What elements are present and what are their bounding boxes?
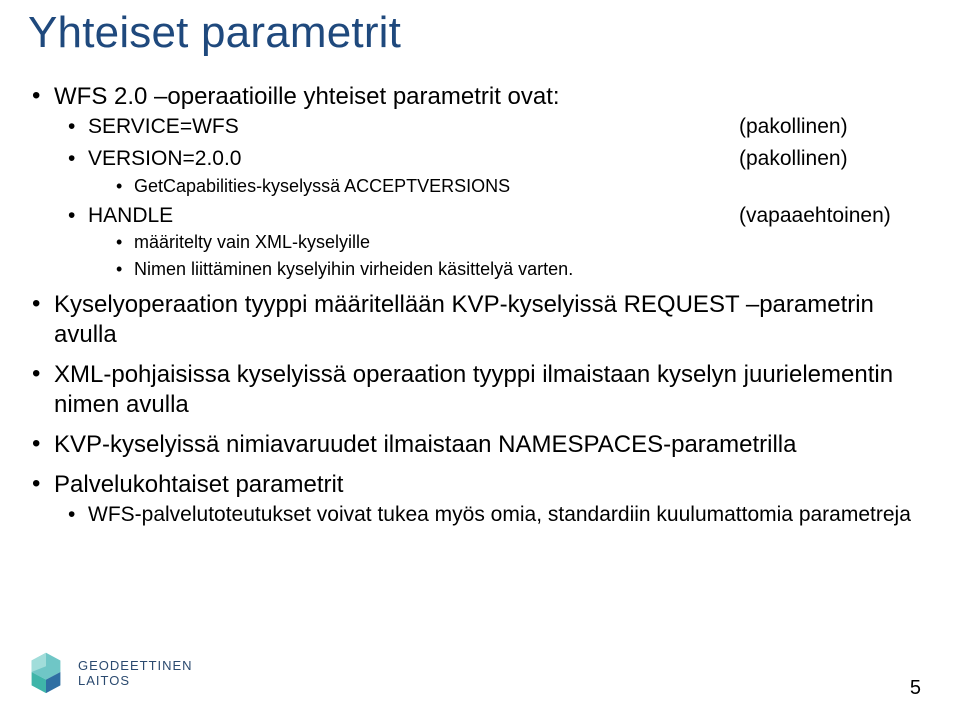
page-number: 5 xyxy=(910,677,921,700)
bullet-item: KVP-kyselyissä nimiavaruudet ilmaistaan … xyxy=(28,430,919,460)
logo: GEODEETTINEN LAITOS xyxy=(22,647,193,700)
param-label: HANDLE xyxy=(88,203,173,229)
param-subnote: määritelty vain XML-kyselyille xyxy=(88,231,919,254)
sub-bullet: WFS-palvelutoteutukset voivat tukea myös… xyxy=(54,502,919,528)
bullet-item: Kyselyoperaation tyyppi määritellään KVP… xyxy=(28,290,919,350)
bullet-text: Palvelukohtaiset parametrit xyxy=(54,471,343,498)
param-item: VERSION=2.0.0 (pakollinen) GetCapabiliti… xyxy=(54,146,919,197)
param-item: SERVICE=WFS (pakollinen) xyxy=(54,114,919,140)
bullet-list: WFS 2.0 –operaatioille yhteiset parametr… xyxy=(28,82,919,529)
param-note: (pakollinen) xyxy=(739,146,919,172)
logo-icon xyxy=(22,647,70,700)
bullet-item: WFS 2.0 –operaatioille yhteiset parametr… xyxy=(28,82,919,280)
slide: Yhteiset parametrit WFS 2.0 –operaatioil… xyxy=(0,0,959,714)
bullet-item: Palvelukohtaiset parametrit WFS-palvelut… xyxy=(28,470,919,528)
logo-text: GEODEETTINEN LAITOS xyxy=(78,659,193,689)
param-subnote: Nimen liittäminen kyselyihin virheiden k… xyxy=(88,258,919,281)
param-subnote: GetCapabilities-kyselyssä ACCEPTVERSIONS xyxy=(88,175,919,198)
page-title: Yhteiset parametrit xyxy=(28,8,919,58)
bullet-text: WFS 2.0 –operaatioille yhteiset parametr… xyxy=(54,83,560,110)
param-note: (vapaaehtoinen) xyxy=(739,203,919,229)
param-label: SERVICE=WFS xyxy=(88,114,239,140)
param-item: HANDLE (vapaaehtoinen) määritelty vain X… xyxy=(54,203,919,280)
bullet-item: XML-pohjaisissa kyselyissä operaation ty… xyxy=(28,360,919,420)
param-note: (pakollinen) xyxy=(739,114,919,140)
param-label: VERSION=2.0.0 xyxy=(88,146,242,172)
